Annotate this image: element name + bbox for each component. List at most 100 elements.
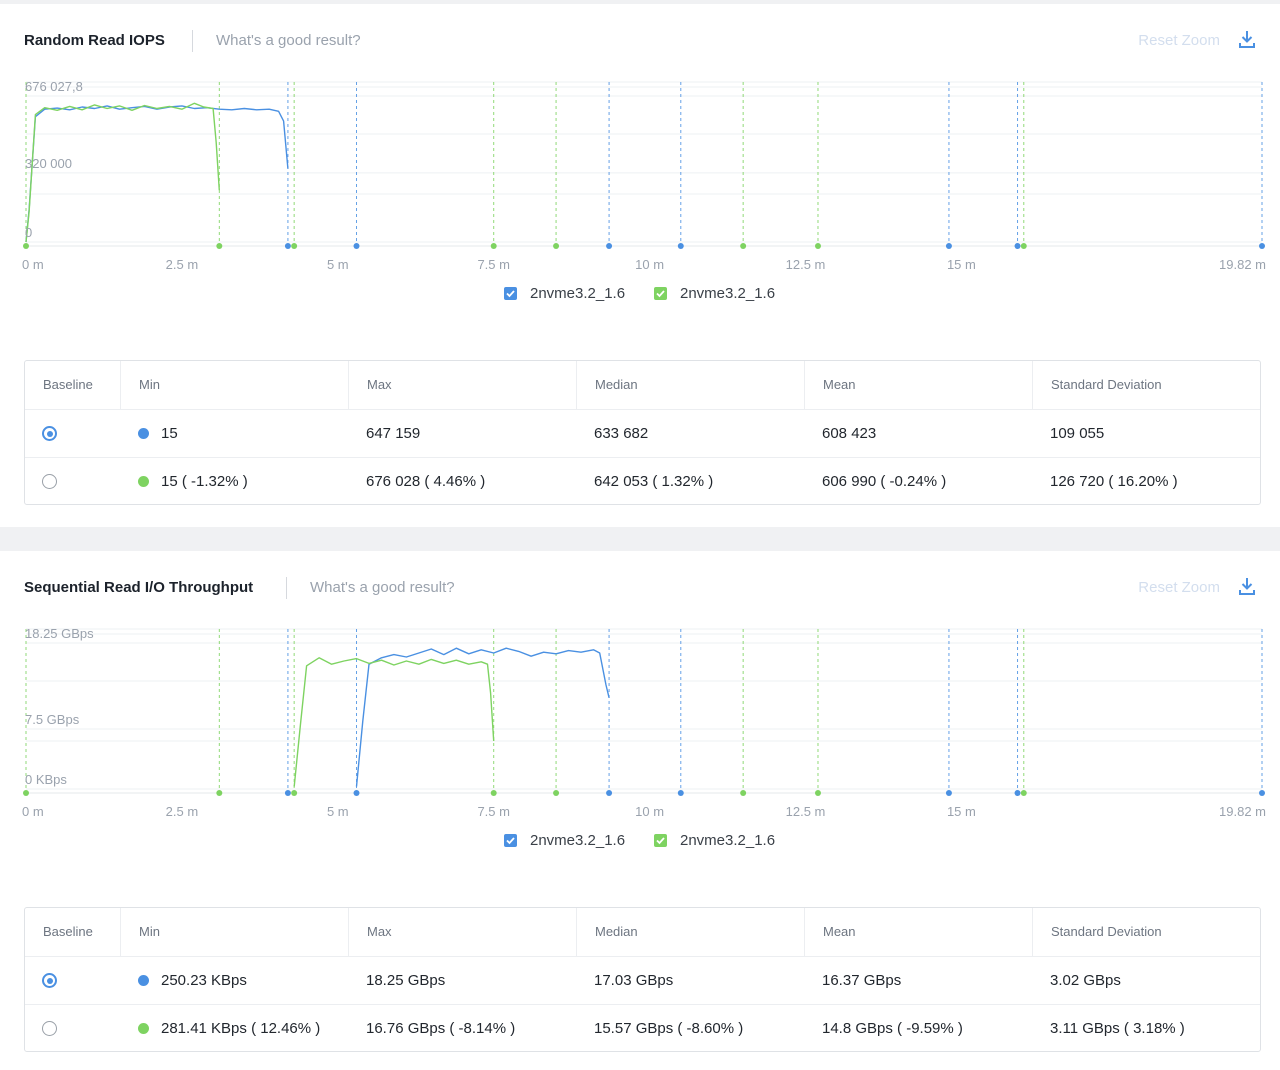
event-marker-dot[interactable] [677, 243, 684, 249]
x-tick-label: 2.5 m [166, 804, 199, 819]
cell-max: 647 159 [366, 425, 421, 442]
event-marker-dot[interactable] [284, 243, 291, 249]
event-marker-dot[interactable] [553, 790, 560, 796]
table-row: 250.23 KBps 18.25 GBps 17.03 GBps 16.37 … [25, 956, 1260, 1004]
download-icon[interactable] [1238, 30, 1256, 50]
sequential-read-throughput-panel: Sequential Read I/O Throughput What's a … [0, 551, 1280, 1070]
y-tick-label: 676 027,8 [25, 79, 83, 94]
reset-zoom-button[interactable]: Reset Zoom [1138, 32, 1220, 50]
y-tick-label: 18.25 GBps [25, 626, 94, 641]
whats-a-good-result-link[interactable]: What's a good result? [216, 32, 361, 50]
event-marker-dot[interactable] [1020, 790, 1027, 796]
baseline-radio-checked[interactable] [42, 973, 57, 988]
x-tick-label: 10 m [635, 804, 664, 819]
table-row: 281.41 KBps ( 12.46% ) 16.76 GBps ( -8.1… [25, 1004, 1260, 1052]
col-mean: Mean [804, 361, 1032, 409]
cell-max: 16.76 GBps ( -8.14% ) [366, 1020, 516, 1037]
x-tick-label: 0 m [22, 804, 44, 819]
cell-min: 15 [120, 410, 178, 457]
checkbox-checked-icon[interactable] [654, 287, 667, 300]
event-marker-dot[interactable] [216, 790, 223, 796]
col-median: Median [576, 908, 804, 956]
event-marker-dot[interactable] [1259, 243, 1265, 249]
chart-legend: 2nvme3.2_1.6 2nvme3.2_1.6 [0, 831, 1280, 851]
x-tick-label: 7.5 m [477, 804, 510, 819]
event-marker-dot[interactable] [353, 243, 360, 249]
y-tick-label: 7.5 GBps [25, 712, 80, 727]
col-max: Max [348, 361, 576, 409]
cell-median: 642 053 ( 1.32% ) [594, 473, 714, 490]
col-mean: Mean [804, 908, 1032, 956]
event-marker-dot[interactable] [945, 790, 952, 796]
y-tick-label: 0 [25, 225, 32, 240]
cell-std: 3.11 GBps ( 3.18% ) [1050, 1020, 1185, 1037]
reset-zoom-button[interactable]: Reset Zoom [1138, 579, 1220, 597]
event-marker-dot[interactable] [740, 243, 747, 249]
throughput-chart[interactable]: 18.25 GBps 7.5 GBps 0 KBps 0 m 2.5 m 5 m 7.5 m… [0, 621, 1280, 826]
checkbox-checked-icon[interactable] [654, 834, 667, 847]
x-tick-label: 0 m [22, 257, 44, 272]
whats-a-good-result-link[interactable]: What's a good result? [310, 579, 455, 597]
baseline-radio[interactable] [42, 1021, 57, 1036]
event-marker-dot[interactable] [606, 790, 613, 796]
col-baseline: Baseline [43, 377, 93, 392]
stats-table: Baseline Min Max Median Mean Standard De… [24, 907, 1261, 1052]
event-marker-dot[interactable] [1014, 243, 1021, 249]
y-tick-label: 0 KBps [25, 772, 67, 787]
baseline-radio[interactable] [42, 474, 57, 489]
iops-chart[interactable]: 676 027,8 320 000 0 0 m 2.5 m 5 m 7.5 m 10 m 12.… [0, 74, 1280, 279]
stats-header-row: Baseline Min Max Median Mean Standard De… [25, 908, 1260, 956]
event-marker-dot[interactable] [291, 243, 298, 249]
cell-std: 126 720 ( 16.20% ) [1050, 473, 1178, 490]
legend-label: 2nvme3.2_1.6 [680, 285, 776, 302]
x-tick-label: 15 m [947, 257, 976, 272]
event-marker-dot[interactable] [814, 790, 821, 796]
panel-header: Sequential Read I/O Throughput What's a … [24, 577, 1256, 603]
event-marker-dot[interactable] [490, 243, 497, 249]
event-marker-dot[interactable] [284, 790, 291, 796]
panel-header: Random Read IOPS What's a good result? R… [24, 30, 1256, 56]
x-tick-label: 2.5 m [166, 257, 199, 272]
stats-header-row: Baseline Min Max Median Mean Standard De… [25, 361, 1260, 409]
series-line-1[interactable] [293, 657, 495, 787]
panel-title: Sequential Read I/O Throughput [24, 579, 254, 596]
download-icon[interactable] [1238, 577, 1256, 597]
event-marker-dot[interactable] [814, 243, 821, 249]
x-tick-label: 10 m [635, 257, 664, 272]
series-dot-icon [138, 476, 149, 487]
event-marker-dot[interactable] [740, 790, 747, 796]
series-line-0[interactable] [355, 647, 610, 787]
cell-min: 250.23 KBps [120, 957, 247, 1004]
series-dot-icon [138, 1023, 149, 1034]
x-tick-label: 7.5 m [477, 257, 510, 272]
event-marker-dot[interactable] [23, 790, 29, 796]
series-dot-icon [138, 975, 149, 986]
event-marker-dot[interactable] [677, 790, 684, 796]
min-value: 281.41 KBps ( 12.46% ) [161, 1020, 321, 1037]
x-tick-label: 19.82 m [1219, 804, 1266, 819]
x-tick-label: 5 m [327, 257, 349, 272]
event-marker-dot[interactable] [490, 790, 497, 796]
event-marker-dot[interactable] [1020, 243, 1027, 249]
col-min: Min [120, 361, 348, 409]
event-marker-dot[interactable] [945, 243, 952, 249]
event-marker-dot[interactable] [606, 243, 613, 249]
checkbox-checked-icon[interactable] [504, 287, 517, 300]
event-marker-dot[interactable] [23, 243, 29, 249]
random-read-iops-panel: Random Read IOPS What's a good result? R… [0, 4, 1280, 527]
event-marker-dot[interactable] [353, 790, 360, 796]
chart-legend: 2nvme3.2_1.6 2nvme3.2_1.6 [0, 284, 1280, 304]
baseline-radio-checked[interactable] [42, 426, 57, 441]
col-baseline: Baseline [43, 924, 93, 939]
event-marker-dot[interactable] [1014, 790, 1021, 796]
legend-label: 2nvme3.2_1.6 [530, 285, 626, 302]
event-marker-dot[interactable] [553, 243, 560, 249]
event-marker-dot[interactable] [216, 243, 223, 249]
series-line-0[interactable] [25, 105, 289, 243]
event-marker-dot[interactable] [291, 790, 298, 796]
min-value: 15 ( -1.32% ) [161, 473, 248, 490]
event-marker-dot[interactable] [1259, 790, 1265, 796]
col-std: Standard Deviation [1032, 908, 1260, 956]
legend-label: 2nvme3.2_1.6 [530, 832, 626, 849]
checkbox-checked-icon[interactable] [504, 834, 517, 847]
